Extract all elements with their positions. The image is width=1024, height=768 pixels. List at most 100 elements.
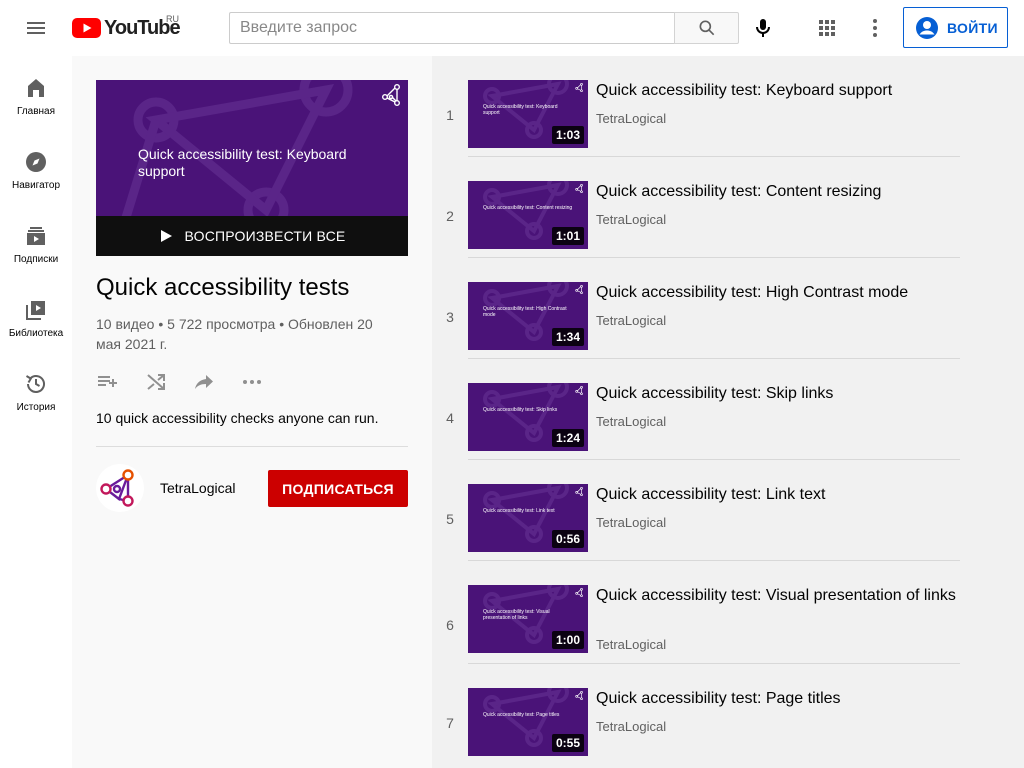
video-duration: 0:56 xyxy=(551,530,584,548)
masthead: YouTube RU Введите запрос ВОЙТИ xyxy=(0,0,1024,56)
video-channel[interactable]: TetraLogical xyxy=(596,515,666,530)
guide-item-label: Навигатор xyxy=(11,180,61,191)
video-channel[interactable]: TetraLogical xyxy=(596,719,666,734)
tetralogical-logo-icon xyxy=(575,83,583,92)
tetralogical-logo-icon xyxy=(382,84,400,106)
playlist-video-row[interactable]: 5 Quick accessibility test: Link text 0:56… xyxy=(432,460,1024,561)
video-duration: 1:00 xyxy=(551,631,584,649)
tetralogical-logo-icon xyxy=(575,184,583,193)
video-thumbnail-text: Quick accessibility test: Visual present… xyxy=(483,609,550,621)
video-duration: 1:34 xyxy=(551,328,584,346)
video-title[interactable]: Quick accessibility test: Content resizi… xyxy=(596,181,956,203)
video-thumbnail-text: Quick accessibility test: Content resizi… xyxy=(483,205,573,211)
video-index: 6 xyxy=(446,617,454,633)
more-vert-icon[interactable] xyxy=(863,16,887,40)
guide-item-label: Библиотека xyxy=(8,328,64,339)
video-index: 5 xyxy=(446,511,454,527)
playlist-thumbnail-text: Quick accessibility test: Keyboard suppo… xyxy=(138,146,347,179)
guide-item-home[interactable]: Главная xyxy=(0,56,72,130)
playlist-video-row[interactable]: 3 Quick accessibility test: High Contrast… xyxy=(432,258,1024,359)
tetralogical-logo-icon xyxy=(575,691,583,700)
video-thumbnail-text: Quick accessibility test: Keyboard suppo… xyxy=(483,104,558,116)
video-duration: 1:24 xyxy=(551,429,584,447)
owner-name[interactable]: TetraLogical xyxy=(160,480,236,496)
video-duration: 1:03 xyxy=(551,126,584,144)
playlist-video-row[interactable]: 1 Quick accessibility test: Keyboard supp… xyxy=(432,56,1024,157)
owner-avatar[interactable] xyxy=(96,464,144,512)
more-horiz-icon[interactable] xyxy=(240,370,264,394)
video-channel[interactable]: TetraLogical xyxy=(596,111,666,126)
signin-button[interactable]: ВОЙТИ xyxy=(903,7,1008,48)
search-button[interactable] xyxy=(674,12,739,44)
video-channel[interactable]: TetraLogical xyxy=(596,637,666,652)
video-duration: 0:55 xyxy=(551,734,584,752)
guide-item-subscriptions[interactable]: Подписки xyxy=(0,204,72,278)
play-all-button[interactable]: ВОСПРОИЗВЕСТИ ВСЕ xyxy=(96,216,408,256)
video-index: 2 xyxy=(446,208,454,224)
video-thumbnail[interactable]: Quick accessibility test: Link text 0:56 xyxy=(468,484,588,552)
playlist-video-row[interactable]: 2 Quick accessibility test: Content resiz… xyxy=(432,157,1024,258)
search-icon xyxy=(699,20,714,36)
video-channel[interactable]: TetraLogical xyxy=(596,212,666,227)
mini-guide: Главная Навигатор Подписки Библиотека Ис… xyxy=(0,56,72,768)
video-title[interactable]: Quick accessibility test: Link text xyxy=(596,484,956,506)
shuffle-icon[interactable] xyxy=(144,370,168,394)
guide-item-label: Подписки xyxy=(13,254,59,265)
play-icon xyxy=(160,230,172,242)
apps-grid-icon[interactable] xyxy=(815,16,839,40)
play-all-label: ВОСПРОИЗВЕСТИ ВСЕ xyxy=(184,228,346,244)
video-channel[interactable]: TetraLogical xyxy=(596,313,666,328)
youtube-play-icon xyxy=(72,18,101,38)
video-thumbnail[interactable]: Quick accessibility test: Page titles 0:5… xyxy=(468,688,588,756)
microphone-icon[interactable] xyxy=(751,16,775,40)
video-thumbnail-text: Quick accessibility test: Link text xyxy=(483,508,555,514)
share-icon[interactable] xyxy=(192,370,216,394)
tetralogical-logo-icon xyxy=(575,285,583,294)
subscriptions-icon xyxy=(27,227,45,245)
subscribe-button[interactable]: ПОДПИСАТЬСЯ xyxy=(268,470,408,507)
playlist-video-list: 1 Quick accessibility test: Keyboard supp… xyxy=(432,56,1024,768)
tetralogical-logo-icon xyxy=(575,487,583,496)
tetralogical-avatar-icon xyxy=(100,469,134,507)
video-index: 7 xyxy=(446,715,454,731)
playlist-video-row[interactable]: 7 Quick accessibility test: Page titles 0:… xyxy=(432,664,1024,765)
video-title[interactable]: Quick accessibility test: Visual present… xyxy=(596,585,956,607)
playlist-description: 10 quick accessibility checks anyone can… xyxy=(96,410,379,426)
video-thumbnail-text: Quick accessibility test: High Contrast … xyxy=(483,306,567,318)
guide-item-explore[interactable]: Навигатор xyxy=(0,130,72,204)
guide-item-label: Главная xyxy=(16,106,56,117)
youtube-logo[interactable]: YouTube xyxy=(72,17,181,39)
search-input[interactable]: Введите запрос xyxy=(229,12,675,44)
playlist-video-row[interactable]: 6 Quick accessibility test: Visual presen… xyxy=(432,561,1024,664)
playlist-video-row[interactable]: 4 Quick accessibility test: Skip links 1:2… xyxy=(432,359,1024,460)
playlist-title: Quick accessibility tests xyxy=(96,274,350,301)
video-thumbnail[interactable]: Quick accessibility test: Visual present… xyxy=(468,585,588,653)
video-title[interactable]: Quick accessibility test: Skip links xyxy=(596,383,956,405)
guide-item-history[interactable]: История xyxy=(0,352,72,426)
video-index: 1 xyxy=(446,107,454,123)
video-title[interactable]: Quick accessibility test: Keyboard suppo… xyxy=(596,80,956,102)
save-playlist-icon[interactable] xyxy=(96,370,120,394)
guide-item-label: История xyxy=(16,402,56,413)
video-thumbnail[interactable]: Quick accessibility test: Skip links 1:24 xyxy=(468,383,588,451)
logo-region: RU xyxy=(166,14,179,24)
video-title[interactable]: Quick accessibility test: High Contrast … xyxy=(596,282,956,304)
video-title[interactable]: Quick accessibility test: Page titles xyxy=(596,688,956,710)
playlist-stats: 10 видео • 5 722 просмотра • Обновлен 20… xyxy=(96,316,373,352)
video-channel[interactable]: TetraLogical xyxy=(596,414,666,429)
video-thumbnail[interactable]: Quick accessibility test: Content resizi… xyxy=(468,181,588,249)
guide-item-library[interactable]: Библиотека xyxy=(0,278,72,352)
menu-icon[interactable] xyxy=(24,16,48,40)
video-thumbnail[interactable]: Quick accessibility test: High Contrast … xyxy=(468,282,588,350)
compass-icon xyxy=(26,152,46,172)
video-duration: 1:01 xyxy=(551,227,584,245)
playlist-sidebar: Quick accessibility test: Keyboard suppo… xyxy=(72,56,432,768)
divider xyxy=(96,446,408,447)
video-thumbnail-text: Quick accessibility test: Skip links xyxy=(483,407,558,413)
search-placeholder: Введите запрос xyxy=(240,19,357,36)
video-thumbnail[interactable]: Quick accessibility test: Keyboard suppo… xyxy=(468,80,588,148)
tetralogical-logo-icon xyxy=(575,386,583,395)
tetralogical-logo-icon xyxy=(575,588,583,597)
video-thumbnail-text: Quick accessibility test: Page titles xyxy=(483,712,560,718)
home-icon xyxy=(28,79,44,97)
